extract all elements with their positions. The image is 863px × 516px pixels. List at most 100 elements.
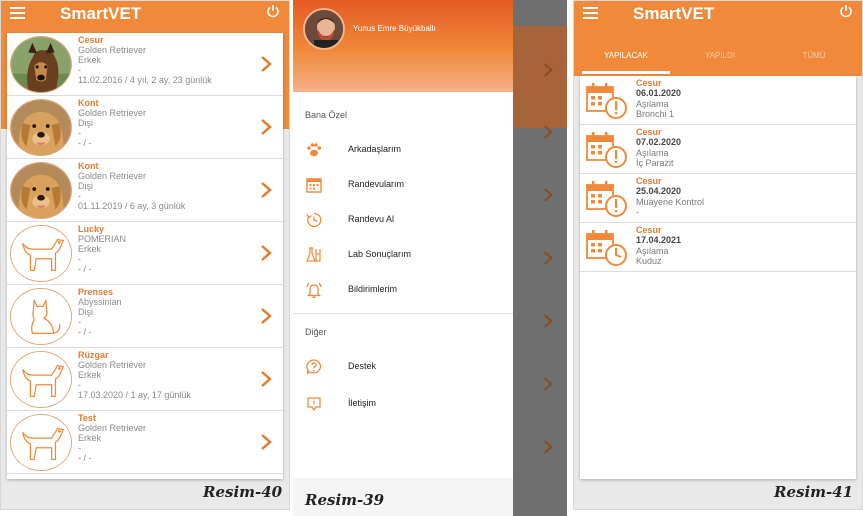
pet-name: Kont	[78, 98, 99, 108]
section-personal: Bana Özel	[305, 110, 348, 120]
app-bar: SmartVET	[574, 1, 862, 27]
pet-extra: -	[78, 380, 81, 390]
dog-icon	[10, 225, 72, 282]
section-other: Diğer	[305, 327, 327, 337]
calendar-clock-icon	[585, 228, 629, 268]
appointment-detail: -	[636, 207, 639, 217]
menu-item-clock[interactable]: Randevu Al	[293, 207, 513, 233]
power-icon[interactable]	[839, 4, 853, 18]
figure-caption: Resim-40	[203, 483, 283, 501]
tab-bar: YAPILACAK YAPILDI TÜMÜ	[574, 27, 862, 76]
pet-breed: Golden Retriever	[78, 171, 147, 181]
menu-item-bell[interactable]: Bildirimlerim	[293, 277, 513, 303]
chevron-right-icon	[543, 376, 553, 392]
appointment-date: 07.02.2020	[636, 137, 682, 147]
pet-gender: Dişi	[78, 181, 93, 191]
chevron-right-icon[interactable]	[260, 55, 272, 73]
menu-item-help[interactable]: Destek	[293, 354, 513, 380]
chevron-right-icon[interactable]	[260, 118, 272, 136]
pet-breed: Abyssinian	[78, 297, 122, 307]
pet-breed: Golden Retriever	[78, 45, 147, 55]
appointment-detail: Bronchi 1	[636, 109, 675, 119]
menu-icon[interactable]	[583, 7, 598, 19]
appointment-date: 06.01.2020	[636, 88, 682, 98]
bell-icon	[305, 281, 323, 299]
contact-icon	[305, 395, 323, 413]
appointment-date: 17.04.2021	[636, 235, 682, 245]
list-item[interactable]: Cesur 06.01.2020 Aşılama Bronchi 1	[580, 76, 856, 125]
dog-icon	[10, 414, 72, 471]
navigation-drawer: Yunus Emre Büyükballı Bana Özel Arkadaşl…	[293, 0, 513, 516]
chevron-right-icon[interactable]	[260, 181, 272, 199]
pet-breed: POMERIAN	[78, 234, 127, 244]
appointment-pet: Cesur	[636, 127, 662, 137]
appointment-detail: Kuduz	[636, 256, 662, 266]
menu-item-label: Lab Sonuçlarım	[348, 249, 412, 259]
pet-extra: -	[78, 443, 81, 453]
appointment-detail: İç Parazit	[636, 158, 674, 168]
lab-icon	[305, 246, 323, 264]
calendar-alert-icon	[585, 130, 629, 170]
list-item[interactable]: Rüzgar Golden Retriever Erkek -17.03.2020 /…	[7, 348, 283, 411]
menu-item-lab[interactable]: Lab Sonuçlarım	[293, 242, 513, 268]
calendar-alert-icon	[585, 81, 629, 121]
list-item[interactable]: Kont Golden Retriever Dişi - - / -	[7, 96, 283, 159]
pet-gender: Erkek	[78, 370, 102, 380]
pet-extra: -	[78, 317, 81, 327]
pet-birth: - / -	[78, 453, 92, 463]
pet-name: Rüzgar	[78, 350, 109, 360]
drawer-header: Yunus Emre Büyükballı	[293, 0, 513, 92]
help-icon	[305, 358, 323, 376]
chevron-right-icon	[543, 250, 553, 266]
menu-item-label: İletişim	[348, 398, 377, 408]
pet-list: Cesur Golden Retriever Erkek -11.02.2016 / …	[7, 33, 283, 479]
app-title: SmartVET	[60, 4, 142, 23]
chevron-right-icon[interactable]	[260, 433, 272, 451]
power-icon[interactable]	[266, 4, 280, 18]
pet-gender: Erkek	[78, 244, 102, 254]
list-item[interactable]: Kont Golden Retriever Dişi -01.11.2019 / 6 …	[7, 159, 283, 222]
chevron-right-icon[interactable]	[260, 307, 272, 325]
menu-item-paw[interactable]: Arkadaşlarım	[293, 137, 513, 163]
menu-item-label: Bildirimlerim	[348, 284, 397, 294]
menu-item-calendar[interactable]: Randevularım	[293, 172, 513, 198]
chevron-right-icon	[543, 124, 553, 140]
list-item[interactable]: Cesur 17.04.2021 Aşılama Kuduz	[580, 223, 856, 272]
appointment-list: Cesur 06.01.2020 Aşılama Bronchi 1 Cesur 07.0…	[580, 76, 856, 479]
calendar-alert-icon	[585, 179, 629, 219]
appointment-type: Aşılama	[636, 99, 669, 109]
menu-item-contact[interactable]: İletişim	[293, 391, 513, 417]
active-tab-indicator	[582, 71, 670, 74]
menu-item-label: Destek	[348, 361, 377, 371]
list-item[interactable]: Lucky POMERIAN Erkek - - / -	[7, 222, 283, 285]
chevron-right-icon[interactable]	[260, 370, 272, 388]
chevron-right-icon	[543, 187, 553, 203]
dog-icon	[10, 351, 72, 408]
pet-birth: - / -	[78, 138, 92, 148]
avatar[interactable]	[303, 8, 345, 50]
divider	[293, 313, 513, 314]
list-item[interactable]: Prenses Abyssinian Dişi - - / -	[7, 285, 283, 348]
list-item[interactable]: Cesur 25.04.2020 Muayene Kontrol -	[580, 174, 856, 223]
pet-gender: Dişi	[78, 118, 93, 128]
list-item[interactable]: Cesur Golden Retriever Erkek -11.02.2016 / …	[7, 33, 283, 96]
chevron-right-icon[interactable]	[260, 244, 272, 262]
app-title: SmartVET	[633, 4, 715, 23]
cat-icon	[10, 288, 72, 345]
pet-extra: -	[78, 254, 81, 264]
tab-yapildi[interactable]: YAPILDI	[680, 51, 760, 60]
paw-icon	[305, 141, 323, 159]
menu-item-label: Randevularım	[348, 179, 405, 189]
chevron-right-icon	[543, 439, 553, 455]
pet-gender: Erkek	[78, 433, 102, 443]
calendar-icon	[305, 176, 323, 194]
clock-icon	[305, 211, 323, 229]
pet-photo	[10, 162, 72, 219]
pet-name: Kont	[78, 161, 99, 171]
tab-tümü[interactable]: TÜMÜ	[774, 51, 854, 60]
menu-icon[interactable]	[10, 7, 25, 19]
list-item[interactable]: Cesur 07.02.2020 Aşılama İç Parazit	[580, 125, 856, 174]
tab-yapilacak[interactable]: YAPILACAK	[586, 51, 666, 60]
appointment-date: 25.04.2020	[636, 186, 682, 196]
list-item[interactable]: Test Golden Retriever Erkek - - / -	[7, 411, 283, 474]
